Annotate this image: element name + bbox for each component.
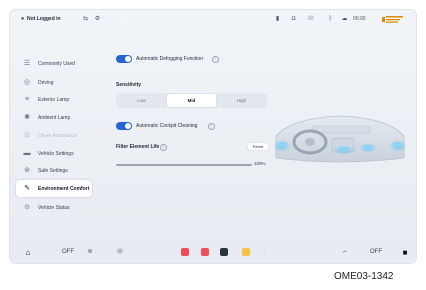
sidebar-item-environment-comfort[interactable]: ✎ Environment Comfort xyxy=(16,180,92,197)
phone-call-icon[interactable]: ☏ xyxy=(115,247,125,258)
bulb-icon: ✺ xyxy=(24,114,30,121)
brand-logo xyxy=(382,15,404,24)
sidebar-item-exterior-lamp[interactable]: ≡ Exterior Lamp xyxy=(16,92,92,108)
headlamp-icon: ≡ xyxy=(24,96,30,103)
car-icon: ▬ xyxy=(23,150,31,157)
driver-temp-off[interactable]: OFF xyxy=(58,247,78,258)
fan-icon: ✎ xyxy=(24,184,30,192)
shield-icon: ▮ xyxy=(275,16,280,22)
car-interior-illustration xyxy=(272,106,408,176)
sidebar-item-ambient-lamp[interactable]: ✺ Ambient Lamp xyxy=(16,110,92,126)
filter-reset-button[interactable]: Reset xyxy=(248,143,268,150)
filter-life-bar xyxy=(116,164,252,166)
sensitivity-selector: Low Mid High xyxy=(116,93,267,108)
media-app-icon[interactable] xyxy=(181,248,189,256)
sidebar-item-label: Safe Settings xyxy=(38,168,68,174)
star-icon: ☰ xyxy=(23,60,31,67)
sidebar-item-vehicle-status[interactable]: ⊝ Vehicle Status xyxy=(16,200,92,216)
defogging-toggle[interactable] xyxy=(116,55,132,63)
sidebar-item-driving[interactable]: ◎ Driving xyxy=(16,76,92,90)
defogging-label: Automatic Defogging Function xyxy=(136,56,203,62)
sidebar-item-label: Driver Assistance xyxy=(38,133,77,139)
sidebar-item-label: Environment Comfort xyxy=(38,185,90,192)
apps-grid-icon[interactable]: ⁝ xyxy=(260,247,270,258)
passenger-seat-icon[interactable]: ⌐ xyxy=(340,247,350,258)
filter-life-label: Filter Element Life xyxy=(116,144,160,150)
info-icon[interactable]: i xyxy=(160,144,167,151)
filter-life-fill xyxy=(116,164,252,166)
sensitivity-option-low[interactable]: Low xyxy=(117,94,166,107)
info-icon[interactable]: i xyxy=(208,123,215,130)
person-icon[interactable]: ● xyxy=(19,16,26,23)
sidebar-item-commonly-used[interactable]: ☰ Commonly Used xyxy=(16,56,92,72)
passenger-temp-off[interactable]: OFF xyxy=(366,247,386,258)
bluetooth-icon: ᛒ xyxy=(328,16,333,22)
lock-icon: ◘ xyxy=(291,16,296,22)
sidebar-item-driver-assistance[interactable]: ⊟ Driver Assistance xyxy=(16,128,92,144)
cockpit-cleaning-toggle[interactable] xyxy=(116,122,132,130)
home-icon[interactable]: ⌂ xyxy=(22,247,34,258)
sensitivity-option-mid[interactable]: Mid xyxy=(167,94,216,107)
status-bar: ● Not Logged in ⇆ ⚙ ▮ ◘ ☎ ᛒ ☁ 00:00 xyxy=(10,10,416,32)
notes-app-icon[interactable] xyxy=(242,248,250,256)
clock: 00:00 xyxy=(353,16,366,22)
calendar-app-icon[interactable] xyxy=(220,248,228,256)
filter-life-value: 100% xyxy=(254,161,266,166)
infotainment-screen: ● Not Logged in ⇆ ⚙ ▮ ◘ ☎ ᛒ ☁ 00:00 ☰ Co… xyxy=(10,10,416,263)
settings-sidebar: ☰ Commonly Used ◎ Driving ≡ Exterior Lam… xyxy=(16,50,94,240)
cockpit-cleaning-label: Automatic Cockpit Cleaning xyxy=(136,123,198,129)
sidebar-item-label: Vehicle Settings xyxy=(38,151,74,157)
figure-caption: OME03-1342 xyxy=(334,271,394,282)
info-icon[interactable]: i xyxy=(212,56,219,63)
assist-icon: ⊟ xyxy=(24,132,30,139)
profile-switch-icon[interactable]: ⇆ xyxy=(82,16,89,23)
sidebar-item-safe-settings[interactable]: ⊚ Safe Settings xyxy=(16,164,92,178)
seat-heat-icon[interactable]: ≋ xyxy=(85,247,95,258)
sidebar-item-label: Exterior Lamp xyxy=(38,97,70,103)
power-icon[interactable]: ■ xyxy=(400,247,410,258)
sidebar-item-label: Ambient Lamp xyxy=(38,115,71,121)
sensitivity-label: Sensitivity xyxy=(116,82,142,88)
sensitivity-option-high[interactable]: High xyxy=(217,94,266,107)
safety-icon: ⊚ xyxy=(24,167,30,174)
bottom-bar: ⌂ OFF ≋ ☏ ⁝ ⌐ OFF ■ xyxy=(10,242,416,263)
music-app-icon[interactable] xyxy=(201,248,209,256)
sidebar-item-label: Driving xyxy=(38,80,54,86)
sidebar-item-vehicle-settings[interactable]: ▬ Vehicle Settings xyxy=(16,146,92,162)
cloud-icon: ☁ xyxy=(341,16,348,22)
phone-icon: ☎ xyxy=(307,16,315,22)
sidebar-item-label: Vehicle Status xyxy=(38,205,70,211)
settings-gear-icon[interactable]: ⚙ xyxy=(94,16,101,23)
login-status[interactable]: Not Logged in xyxy=(27,16,61,22)
steering-icon: ◎ xyxy=(23,79,31,86)
status-icon: ⊝ xyxy=(24,204,30,211)
sidebar-item-label: Commonly Used xyxy=(38,61,75,67)
